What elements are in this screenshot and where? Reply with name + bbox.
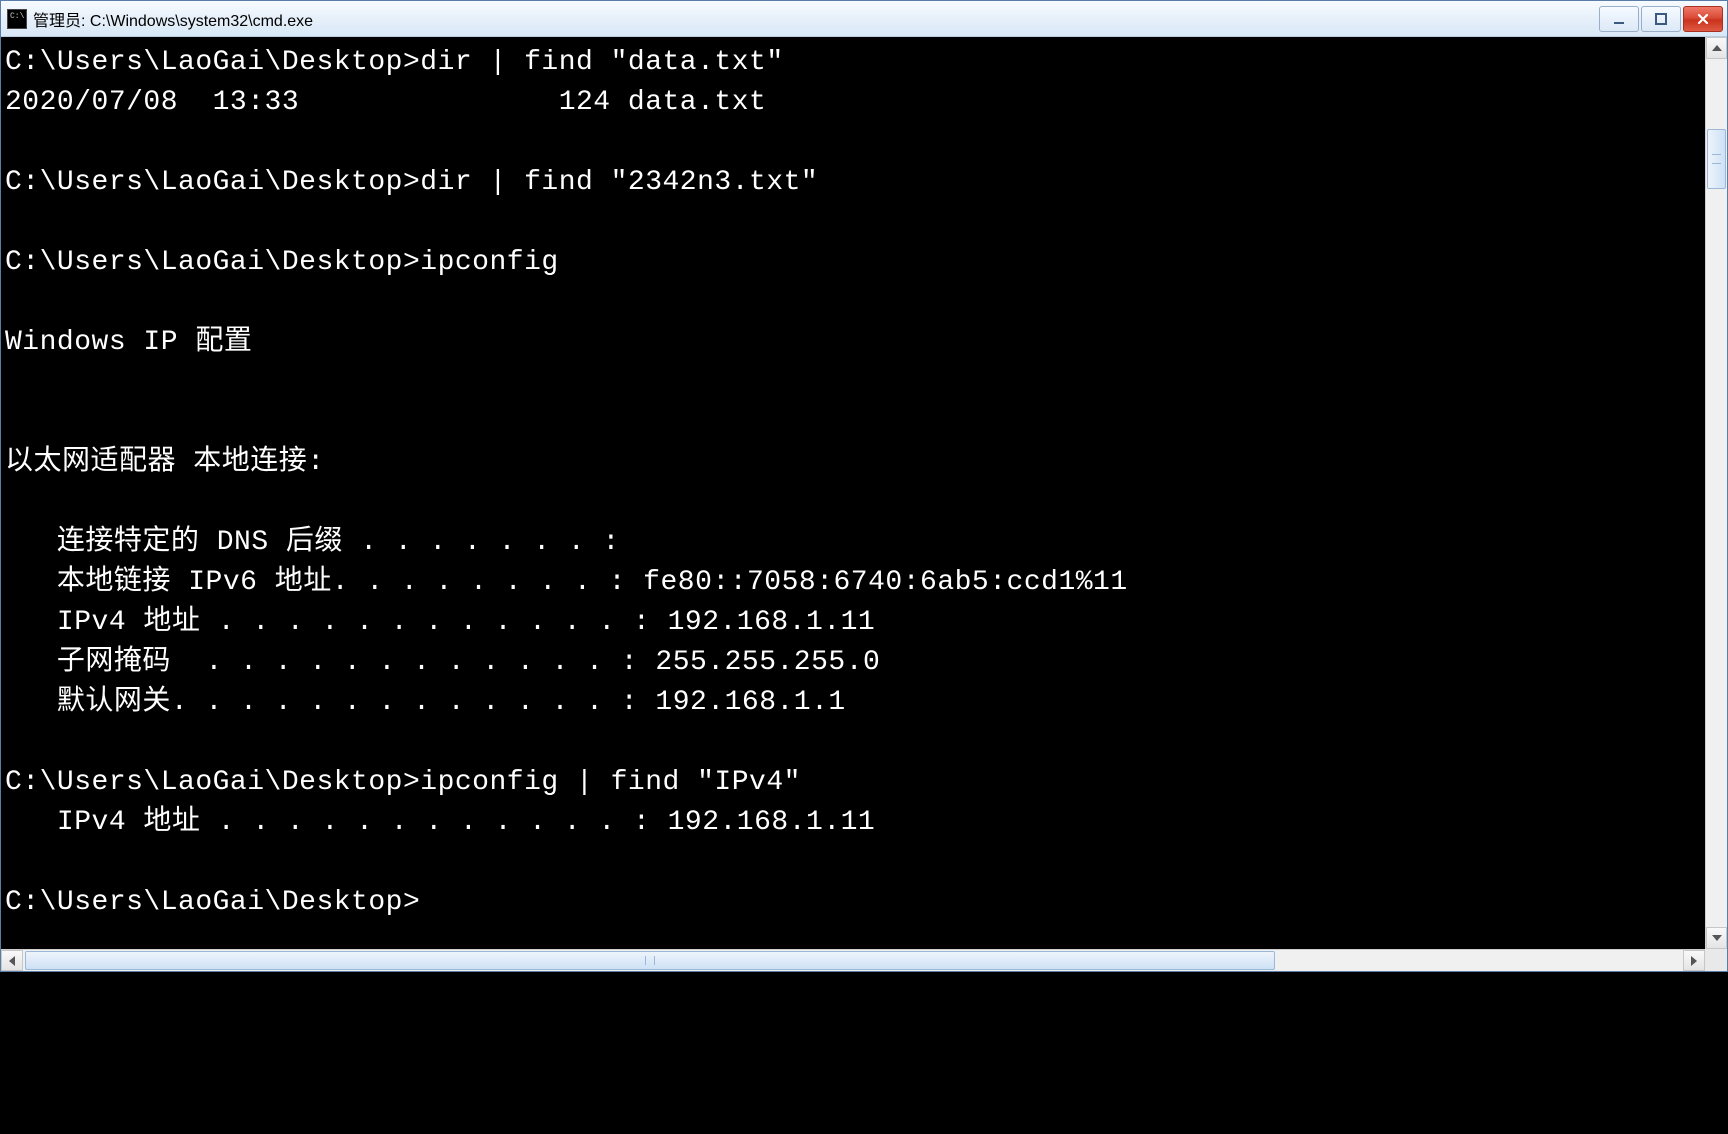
vscroll-thumb[interactable] [1707,129,1726,189]
close-button[interactable] [1683,6,1723,32]
scroll-down-button[interactable] [1706,927,1727,949]
hscroll-track[interactable] [23,950,1683,971]
horizontal-scrollbar[interactable] [1,949,1705,971]
hscroll-thumb[interactable] [25,951,1275,970]
scroll-right-button[interactable] [1683,950,1705,971]
vertical-scrollbar[interactable] [1705,37,1727,949]
vscroll-track[interactable] [1706,59,1727,927]
window-title: 管理员: C:\Windows\system32\cmd.exe [33,7,1599,31]
scroll-up-button[interactable] [1706,37,1727,59]
scrollbar-corner [1705,949,1727,971]
cmd-icon [7,9,27,29]
scroll-left-button[interactable] [1,950,23,971]
minimize-button[interactable] [1599,6,1639,32]
terminal-output[interactable]: C:\Users\LaoGai\Desktop>dir | find "data… [1,37,1705,949]
maximize-button[interactable] [1641,6,1681,32]
cmd-window: 管理员: C:\Windows\system32\cmd.exe C:\User… [0,0,1728,972]
client-area: C:\Users\LaoGai\Desktop>dir | find "data… [1,37,1727,971]
titlebar[interactable]: 管理员: C:\Windows\system32\cmd.exe [1,1,1727,37]
letterbox-bottom [0,972,1728,1134]
